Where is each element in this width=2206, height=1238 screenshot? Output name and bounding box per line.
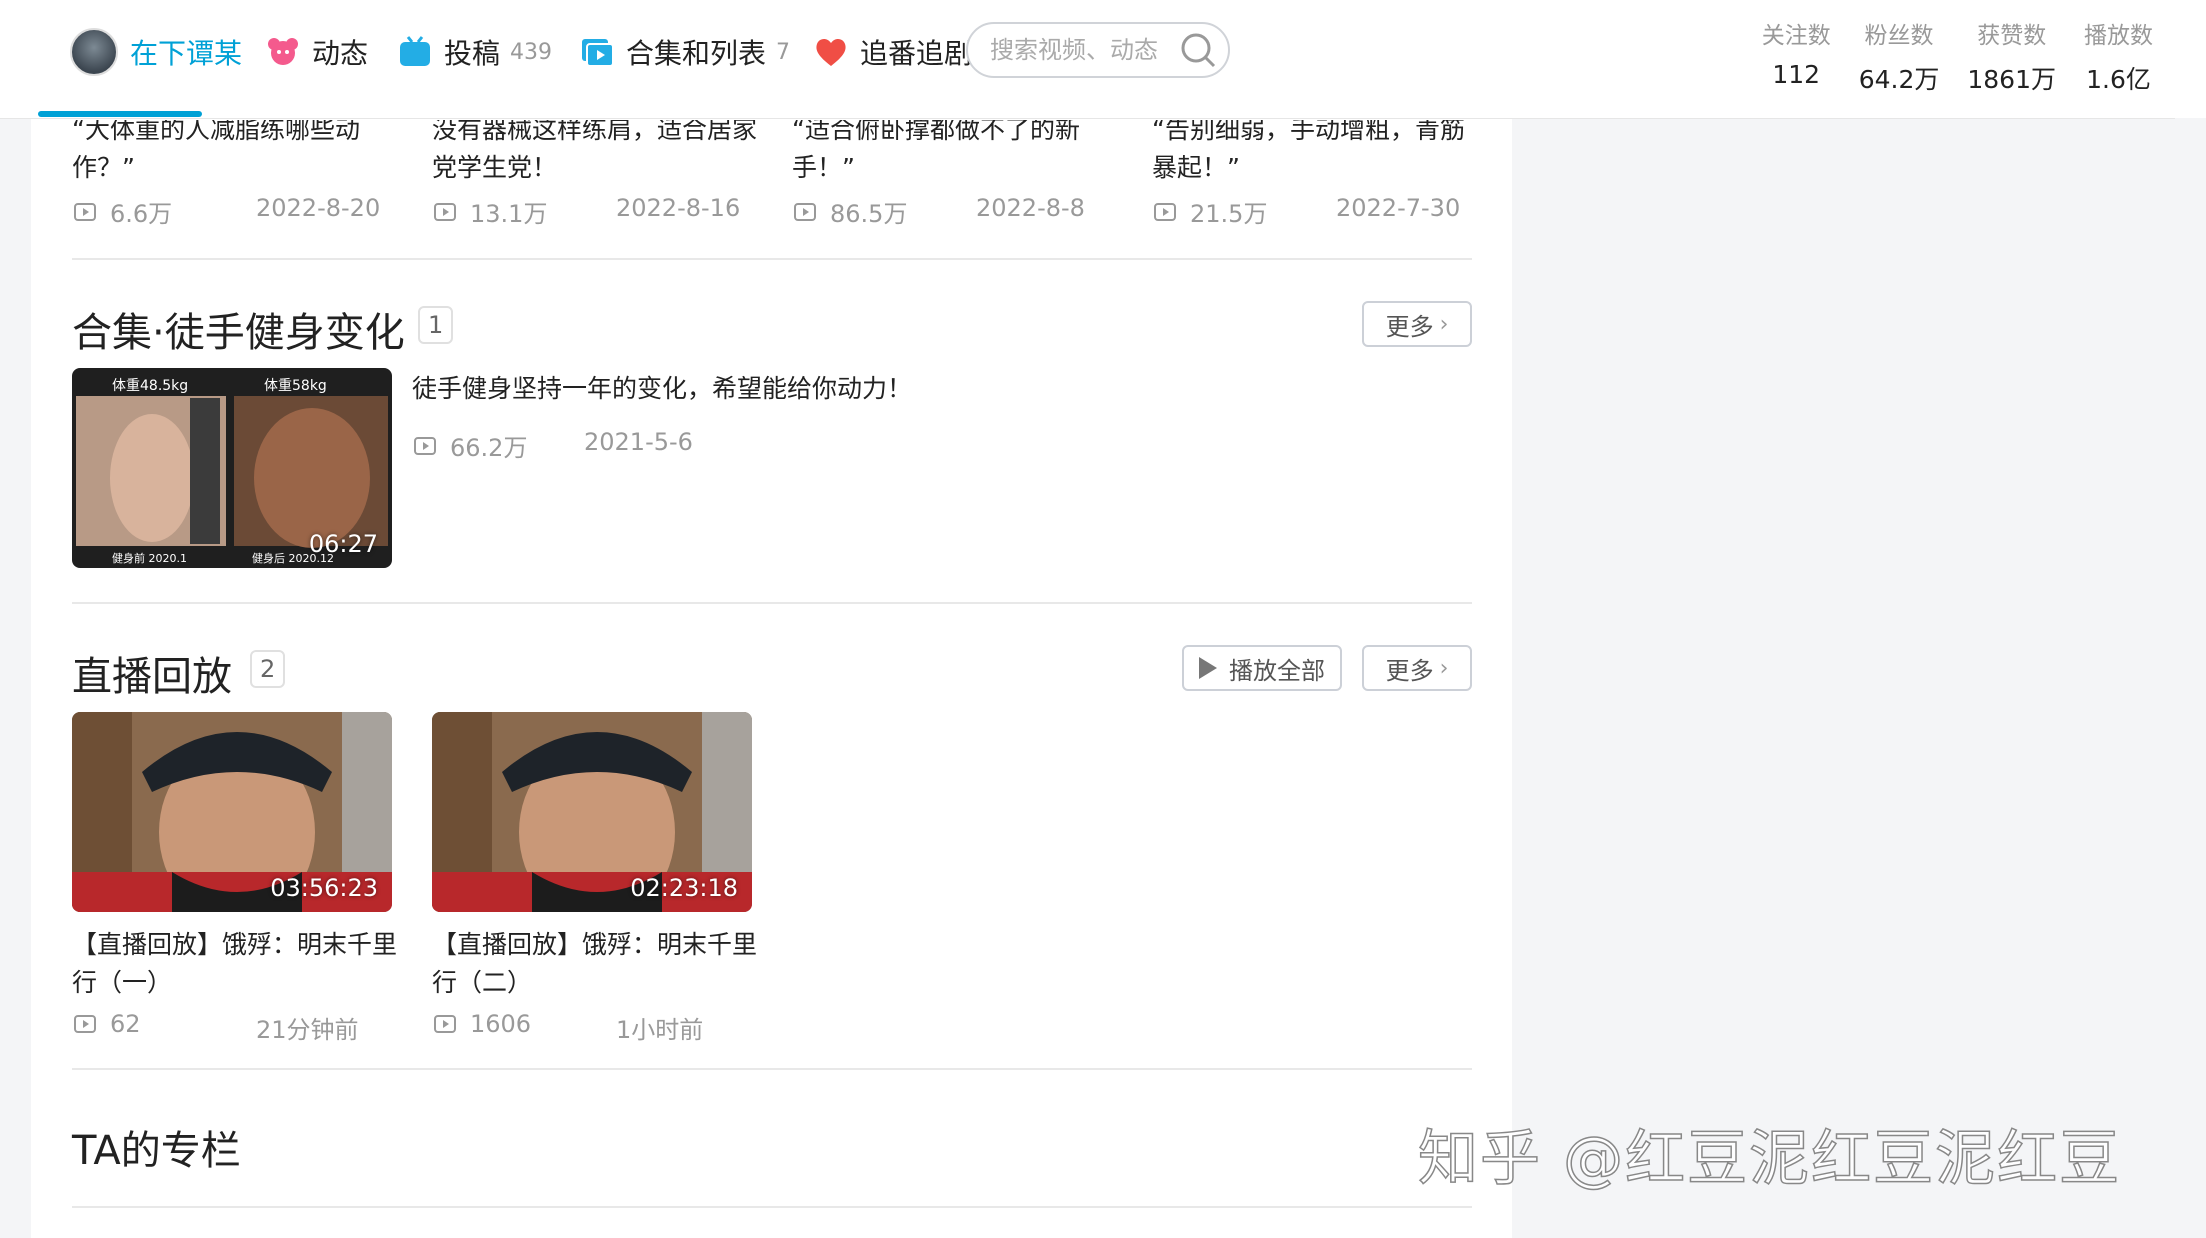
- collection-title[interactable]: 合集·徒手健身变化: [72, 300, 405, 358]
- nav-collections[interactable]: 合集和列表 7: [580, 32, 790, 72]
- stat-value: 1.6亿: [2086, 65, 2151, 94]
- user-name: 在下谭某: [130, 37, 243, 70]
- video-views: 13.1万: [434, 194, 547, 229]
- search-icon[interactable]: [1178, 30, 1218, 70]
- play-count-icon: [74, 1015, 96, 1033]
- live-replay-views: 1606: [434, 1010, 531, 1038]
- nav-submissions-count: 439: [510, 39, 553, 65]
- video-duration: 02:23:18: [630, 874, 738, 902]
- collection-video-thumbnail[interactable]: 体重48.5kg 体重58kg 健身前 2020.1 健身后 2020.12 0…: [72, 368, 392, 568]
- dynamic-icon: [268, 38, 298, 65]
- nav-collections-label: 合集和列表: [626, 37, 767, 70]
- section-divider: [72, 1206, 1472, 1208]
- stat-value: 1861万: [1967, 65, 2056, 94]
- page: 在下谭某 动态 投稿 439 合集和列表 7 追番追剧 搜索视频、动态 关注数 …: [0, 0, 2206, 1238]
- live-replay-thumbnail[interactable]: 03:56:23: [72, 712, 392, 912]
- nav-dynamic[interactable]: 动态: [266, 32, 368, 72]
- stat-value: 112: [1772, 60, 1821, 89]
- section-divider: [72, 1068, 1472, 1070]
- heart-icon: [816, 38, 846, 66]
- play-count-icon: [1154, 202, 1176, 221]
- video-date: 2022-8-20: [256, 194, 381, 222]
- nav-collections-count: 7: [776, 39, 791, 65]
- video-duration: 06:27: [308, 530, 378, 558]
- stat-label: 播放数: [2084, 23, 2153, 49]
- video-title[interactable]: “大体重的人减脂练哪些动 作？”: [72, 120, 402, 187]
- live-replay-title[interactable]: 直播回放: [72, 644, 232, 702]
- stat-label: 获赞数: [1977, 23, 2047, 49]
- live-replay-count-badge: 2: [250, 650, 286, 688]
- nav-submissions[interactable]: 投稿 439: [398, 32, 552, 72]
- watermark: 知乎 @红豆泥红豆泥红豆: [1417, 1123, 2122, 1195]
- stat-followers[interactable]: 粉丝数 64.2万: [1859, 16, 1940, 96]
- stat-value: 64.2万: [1858, 65, 1940, 94]
- stat-label: 关注数: [1761, 23, 1831, 49]
- chevron-right-icon: ›: [1439, 655, 1449, 681]
- video-date: 2022-7-30: [1336, 194, 1461, 222]
- search-box: [966, 22, 1230, 78]
- video-duration: 03:56:23: [270, 874, 378, 902]
- section-divider: [72, 602, 1472, 604]
- tv-icon: [400, 36, 430, 66]
- stat-following[interactable]: 关注数 112: [1762, 16, 1831, 96]
- video-date: 2022-8-8: [976, 194, 1085, 222]
- stat-likes: 获赞数 1861万: [1967, 16, 2056, 96]
- live-replay-time: 1小时前: [616, 1016, 704, 1044]
- live-replay-video-title[interactable]: 【直播回放】饿殍：明末千里 行（一）: [72, 926, 402, 1002]
- nav-home[interactable]: 在下谭某: [70, 28, 243, 76]
- thumb-label-left: 体重48.5kg: [112, 378, 188, 394]
- thumb-caption-left: 健身前 2020.1: [112, 551, 187, 565]
- avatar: [70, 28, 118, 76]
- video-title[interactable]: 没有器械这样练肩，适合居家 党学生党！: [432, 120, 762, 187]
- stat-label: 粉丝数: [1864, 23, 1934, 49]
- collection-video-date: 2021-5-6: [584, 428, 693, 456]
- collection-more-button[interactable]: 更多 ›: [1362, 301, 1472, 347]
- play-count-icon: [434, 1015, 456, 1033]
- play-all-button[interactable]: 播放全部: [1182, 645, 1342, 691]
- play-icon: [1199, 657, 1217, 679]
- live-replay-views: 62: [74, 1010, 141, 1038]
- nav-dynamic-label: 动态: [312, 37, 369, 70]
- video-date: 2022-8-16: [616, 194, 741, 222]
- collection-video-views: 66.2万: [414, 428, 527, 463]
- play-count-icon: [434, 202, 456, 221]
- video-title[interactable]: “告别细弱，手动增粗，青筋 暴起！”: [1152, 120, 1482, 187]
- nav-submissions-label: 投稿: [444, 37, 501, 70]
- collection-video-title[interactable]: 徒手健身坚持一年的变化，希望能给你动力！: [412, 370, 1112, 408]
- play-all-label: 播放全部: [1229, 656, 1325, 685]
- top-nav: 在下谭某 动态 投稿 439 合集和列表 7 追番追剧 搜索视频、动态 关注数 …: [0, 0, 2175, 119]
- live-replay-thumbnail[interactable]: 02:23:18: [432, 712, 752, 912]
- chevron-right-icon: ›: [1439, 311, 1449, 337]
- collection-icon: [582, 39, 614, 67]
- user-stats: 关注数 112 粉丝数 64.2万 获赞数 1861万 播放数 1.6亿: [1762, 16, 2153, 96]
- play-count-icon: [794, 202, 816, 221]
- play-count-icon: [74, 202, 96, 221]
- video-views: 21.5万: [1154, 194, 1267, 229]
- more-label: 更多: [1385, 312, 1434, 341]
- live-replay-time: 21分钟前: [256, 1016, 359, 1044]
- play-count-icon: [414, 436, 436, 455]
- stat-plays: 播放数 1.6亿: [2084, 16, 2153, 96]
- video-views: 6.6万: [74, 194, 172, 229]
- collection-count-badge: 1: [418, 306, 454, 344]
- video-title[interactable]: “适合俯卧撑都做不了的新 手！”: [792, 120, 1122, 187]
- column-title[interactable]: TA的专栏: [72, 1118, 241, 1176]
- search-input[interactable]: [988, 35, 1172, 65]
- active-tab-indicator: [38, 111, 202, 117]
- nav-bangumi[interactable]: 追番追剧: [814, 32, 972, 72]
- live-replay-video-title[interactable]: 【直播回放】饿殍：明末千里 行（二）: [432, 926, 762, 1002]
- section-divider: [72, 258, 1472, 260]
- more-label: 更多: [1385, 656, 1434, 685]
- video-views: 86.5万: [794, 194, 907, 229]
- live-replay-more-button[interactable]: 更多 ›: [1362, 645, 1472, 691]
- nav-bangumi-label: 追番追剧: [860, 37, 973, 70]
- thumb-label-right: 体重58kg: [264, 378, 327, 394]
